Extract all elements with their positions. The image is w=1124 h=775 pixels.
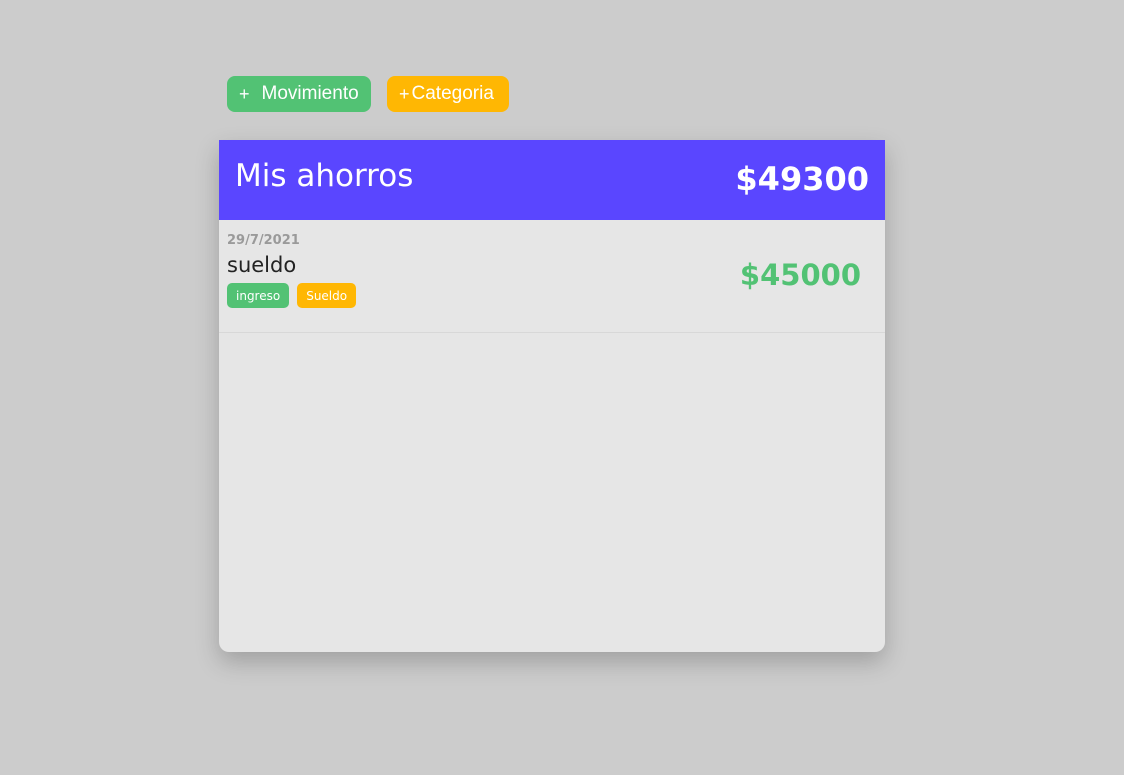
movement-name: sueldo	[227, 253, 297, 277]
tag-category: Sueldo	[297, 283, 357, 308]
add-category-button[interactable]: + Categoria	[387, 76, 509, 112]
savings-card: Mis ahorros $49300 29/7/2021 sueldo ingr…	[219, 140, 885, 652]
movement-date: 29/7/2021	[227, 233, 300, 248]
tag-type: ingreso	[227, 283, 290, 308]
add-category-label: Categoria	[411, 83, 494, 104]
savings-header: Mis ahorros $49300	[219, 140, 885, 220]
toolbar: + Movimiento + Categoria	[227, 76, 509, 112]
movement-item[interactable]: 29/7/2021 sueldo ingreso Sueldo $45000	[219, 220, 885, 333]
movement-amount: $45000	[739, 258, 861, 292]
add-movement-button[interactable]: + Movimiento	[227, 76, 371, 112]
plus-icon: +	[239, 83, 250, 104]
add-movement-label: Movimiento	[261, 83, 359, 104]
plus-icon: +	[399, 83, 410, 104]
savings-total: $49300	[735, 160, 869, 198]
movement-tags: ingreso Sueldo	[227, 283, 357, 308]
savings-title: Mis ahorros	[235, 158, 414, 194]
